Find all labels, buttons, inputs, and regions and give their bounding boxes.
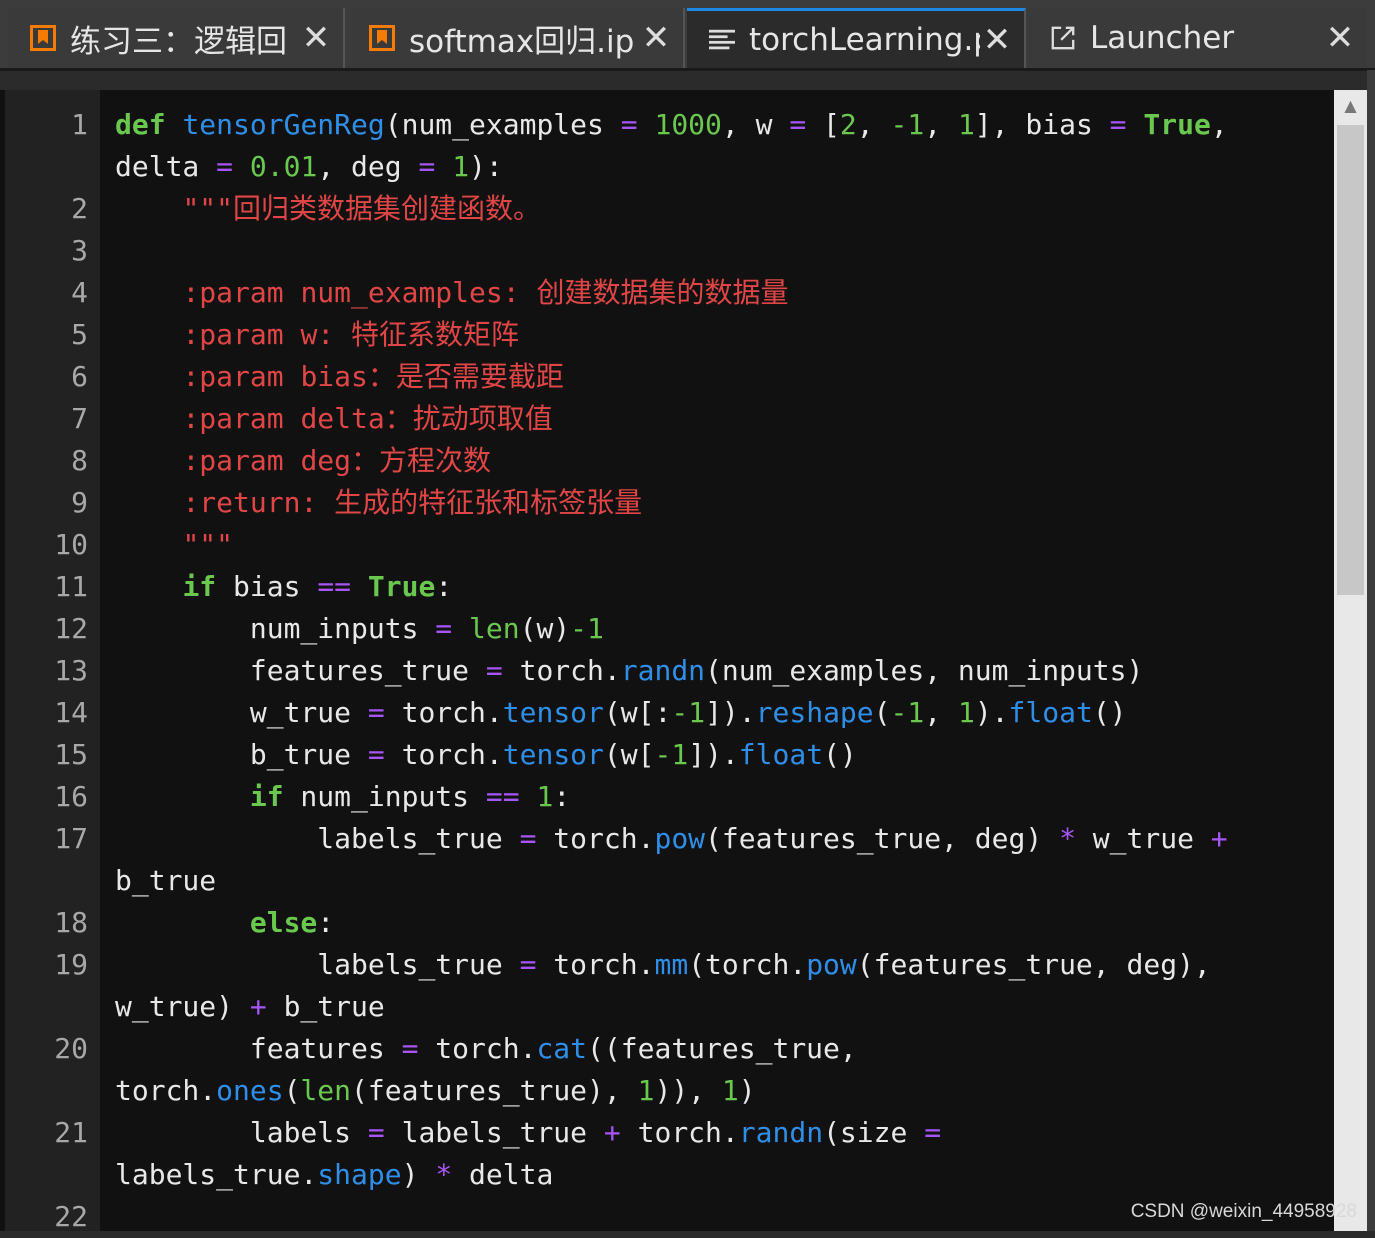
line-number: 8	[71, 444, 88, 477]
code-line-1-wrap: delta = 0.01, deg = 1):	[115, 150, 503, 183]
line-number: 1	[71, 108, 88, 141]
code-line-8: :param deg：方程次数	[182, 444, 492, 477]
line-number: 14	[54, 696, 88, 729]
vertical-scrollbar[interactable]: ▲	[1334, 90, 1367, 1231]
tab-label: 练习三：逻辑回	[70, 23, 287, 60]
code-line-5: :param w: 特征系数矩阵	[182, 318, 520, 351]
notebook-icon	[369, 25, 395, 51]
code-line-9: :return: 生成的特征张和标签张量	[182, 486, 643, 519]
code-editor[interactable]: 1 2 3 4 5 6 7 8 9 10 11 12 13 14 15 16 1…	[0, 90, 1334, 1233]
line-number: 17	[54, 822, 88, 855]
line-number: 21	[54, 1116, 88, 1149]
line-number: 6	[71, 360, 88, 393]
close-icon[interactable]: ✕	[1323, 18, 1357, 58]
code-line-20-wrap: torch.ones(len(features_true), 1)), 1)	[115, 1074, 756, 1107]
line-number: 12	[54, 612, 88, 645]
line-number: 7	[71, 402, 88, 435]
code-line-17-wrap: b_true	[115, 864, 217, 897]
code-line-18: else:	[249, 906, 335, 939]
code-line-7: :param delta：扰动项取值	[182, 402, 553, 435]
line-number: 11	[54, 570, 88, 603]
notebook-icon	[30, 25, 56, 51]
line-number: 9	[71, 486, 88, 519]
line-number: 10	[54, 528, 88, 561]
close-icon[interactable]: ✕	[299, 18, 333, 58]
code-line-1: def tensorGenReg(num_examples = 1000, w …	[115, 108, 1228, 141]
text-file-icon	[709, 27, 735, 53]
line-number: 16	[54, 780, 88, 813]
code-line-14: w_true = torch.tensor(w[:-1]).reshape(-1…	[249, 696, 1127, 729]
code-line-19: labels_true = torch.mm(torch.pow(feature…	[317, 948, 1211, 981]
code-line-16: if num_inputs == 1:	[249, 780, 571, 813]
code-line-21-wrap: labels_true.shape) * delta	[115, 1158, 554, 1191]
code-line-2: """回归类数据集创建函数。	[182, 192, 542, 225]
code-line-15: b_true = torch.tensor(w[-1]).float()	[249, 738, 857, 771]
launcher-icon	[1050, 25, 1076, 51]
code-line-12: num_inputs = len(w)-1	[249, 612, 604, 645]
line-number: 4	[71, 276, 88, 309]
line-number: 2	[71, 192, 88, 225]
code-line-4: :param num_examples: 创建数据集的数据量	[182, 276, 789, 309]
line-number: 15	[54, 738, 88, 771]
scrollbar-thumb[interactable]	[1337, 125, 1364, 595]
tab-launcher[interactable]: Launcher ✕	[1028, 8, 1367, 68]
line-number-gutter: 1 2 3 4 5 6 7 8 9 10 11 12 13 14 15 16 1…	[5, 90, 100, 1233]
tab-softmax[interactable]: softmax回归.ip ✕	[347, 8, 685, 68]
code-line-6: :param bias：是否需要截距	[182, 360, 564, 393]
window-edge	[1367, 70, 1375, 1231]
tab-label: softmax回归.ip	[409, 23, 635, 60]
tab-divider	[0, 68, 1375, 71]
code-line-13: features_true = torch.randn(num_examples…	[249, 654, 1144, 687]
code-line-20: features = torch.cat((features_true,	[249, 1032, 857, 1065]
code-line-11: if bias == True:	[182, 570, 453, 603]
scroll-up-arrow-icon[interactable]: ▲	[1334, 90, 1367, 120]
close-icon[interactable]: ✕	[639, 18, 673, 58]
tab-torch-learning[interactable]: torchLearning.p ✕	[687, 8, 1026, 68]
tab-label: Launcher	[1090, 20, 1235, 56]
line-number: 20	[54, 1032, 88, 1065]
line-number: 18	[54, 906, 88, 939]
line-number: 13	[54, 654, 88, 687]
code-line-17: labels_true = torch.pow(features_true, d…	[317, 822, 1228, 855]
tab-exercise-three[interactable]: 练习三：逻辑回 ✕	[8, 8, 345, 68]
close-icon[interactable]: ✕	[980, 20, 1014, 60]
line-number: 19	[54, 948, 88, 981]
code-line-10: """	[182, 528, 234, 561]
tab-label: torchLearning.p	[749, 21, 980, 58]
watermark: CSDN @weixin_44958928	[1130, 1201, 1357, 1222]
line-number: 3	[71, 234, 88, 267]
line-number: 5	[71, 318, 88, 351]
tab-bar: 练习三：逻辑回 ✕ softmax回归.ip ✕ torchLearning.p…	[0, 0, 1375, 70]
code-line-21: labels = labels_true + torch.randn(size …	[249, 1116, 942, 1149]
code-line-19-wrap: w_true) + b_true	[115, 990, 385, 1023]
line-number: 22	[54, 1200, 88, 1233]
